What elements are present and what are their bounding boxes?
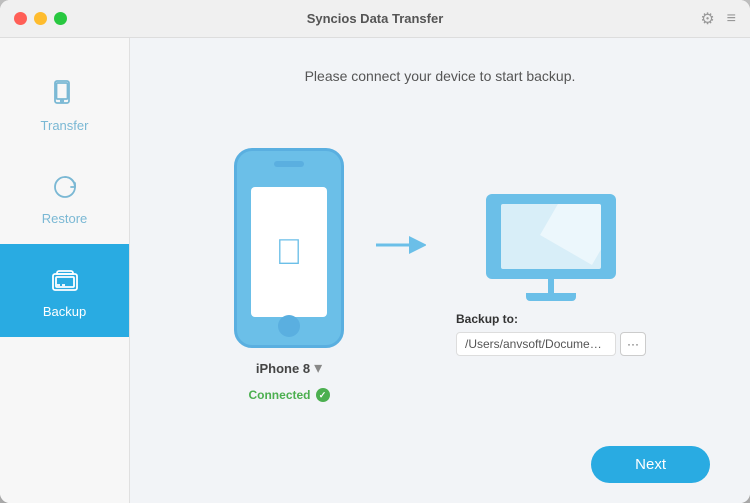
titlebar-actions: ⚙ ≡ bbox=[700, 9, 736, 29]
sidebar: Transfer Restore bbox=[0, 38, 130, 503]
destination-device-wrap: Backup to: /Users/anvsoft/Document... ··… bbox=[456, 194, 646, 356]
phone-screen:  bbox=[251, 187, 327, 317]
app-window: Syncios Data Transfer ⚙ ≡ Transfer bbox=[0, 0, 750, 503]
maximize-button[interactable] bbox=[54, 12, 67, 25]
window-controls bbox=[14, 12, 67, 25]
apple-logo-icon:  bbox=[276, 231, 303, 273]
backup-path-row: /Users/anvsoft/Document... ··· bbox=[456, 332, 646, 356]
computer-illustration bbox=[486, 194, 616, 294]
backup-icon bbox=[47, 262, 83, 298]
sidebar-item-restore-label: Restore bbox=[42, 211, 88, 226]
phone-illustration:  bbox=[234, 148, 344, 348]
dropdown-chevron[interactable]: ▾ bbox=[314, 358, 322, 378]
backup-to-label: Backup to: bbox=[456, 312, 518, 326]
gear-icon[interactable]: ⚙ bbox=[700, 9, 714, 29]
device-name-row: iPhone 8 ▾ bbox=[256, 358, 322, 378]
monitor bbox=[486, 194, 616, 279]
monitor-screen bbox=[501, 204, 601, 269]
monitor-base bbox=[526, 293, 576, 301]
close-button[interactable] bbox=[14, 12, 27, 25]
sidebar-item-restore[interactable]: Restore bbox=[0, 151, 129, 244]
sidebar-item-backup-label: Backup bbox=[43, 304, 86, 319]
arrow-wrap bbox=[374, 231, 426, 319]
monitor-stand bbox=[548, 279, 554, 293]
backup-path-text: /Users/anvsoft/Document... bbox=[456, 332, 616, 356]
menu-icon[interactable]: ≡ bbox=[727, 10, 736, 28]
titlebar: Syncios Data Transfer ⚙ ≡ bbox=[0, 0, 750, 38]
sidebar-item-backup[interactable]: Backup bbox=[0, 244, 129, 337]
arrow-icon bbox=[374, 231, 426, 259]
content-area: Please connect your device to start back… bbox=[130, 38, 750, 503]
footer: Next bbox=[170, 436, 710, 483]
status-dot-icon bbox=[316, 388, 330, 402]
sidebar-item-transfer-label: Transfer bbox=[41, 118, 89, 133]
devices-row:  iPhone 8 ▾ Connected bbox=[170, 114, 710, 436]
sidebar-item-transfer[interactable]: Transfer bbox=[0, 58, 129, 151]
transfer-icon bbox=[47, 76, 83, 112]
next-button[interactable]: Next bbox=[591, 446, 710, 483]
source-device-wrap:  iPhone 8 ▾ Connected bbox=[234, 148, 344, 402]
source-device-name: iPhone 8 bbox=[256, 361, 310, 376]
app-title: Syncios Data Transfer bbox=[307, 11, 444, 26]
backup-section: Backup to: /Users/anvsoft/Document... ··… bbox=[456, 312, 646, 356]
content-heading: Please connect your device to start back… bbox=[170, 68, 710, 84]
restore-icon bbox=[47, 169, 83, 205]
status-text: Connected bbox=[248, 388, 310, 402]
browse-button[interactable]: ··· bbox=[620, 332, 646, 356]
main-area: Transfer Restore bbox=[0, 38, 750, 503]
device-status: Connected bbox=[248, 388, 329, 402]
minimize-button[interactable] bbox=[34, 12, 47, 25]
